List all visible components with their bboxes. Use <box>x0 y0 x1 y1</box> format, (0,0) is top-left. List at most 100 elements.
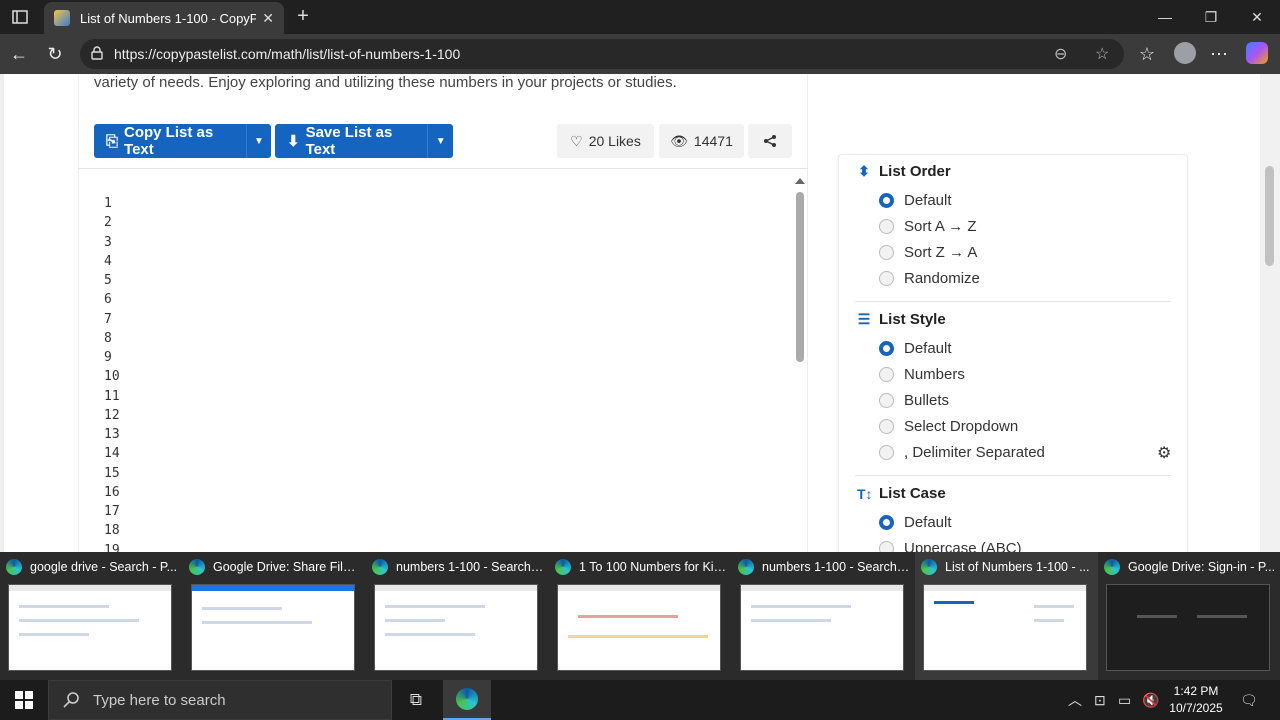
order-option-sort-az[interactable]: Sort A → Z <box>879 215 977 237</box>
edge-icon <box>189 559 205 575</box>
radio[interactable] <box>879 244 894 260</box>
start-button[interactable] <box>0 680 48 720</box>
order-option-sort-za[interactable]: Sort Z → A <box>879 241 977 263</box>
edge-taskbar-button[interactable] <box>443 680 491 720</box>
active-tab[interactable]: List of Numbers 1-100 - CopyPastl ✕ <box>44 2 284 34</box>
notification-icon[interactable]: 🗨 <box>1240 680 1258 720</box>
radio[interactable] <box>879 444 894 460</box>
case-option-default[interactable]: Default <box>879 511 952 533</box>
list-item: 9 <box>104 350 112 365</box>
list-item: 12 <box>104 407 120 423</box>
show-hidden-icons[interactable]: ︿ <box>1068 680 1082 720</box>
page-gutter <box>0 74 4 552</box>
page-scrollbar[interactable] <box>1260 74 1280 552</box>
list-item: 2 <box>104 215 112 231</box>
text-case-icon: T↕ <box>857 485 873 502</box>
copilot-icon[interactable] <box>1246 42 1268 64</box>
order-option-randomize[interactable]: Randomize <box>879 267 980 289</box>
window-thumbnail[interactable]: Google Drive: Sign-in - P... <box>1098 552 1280 680</box>
save-options-caret-icon[interactable]: ▼ <box>427 124 453 158</box>
copy-list-button[interactable]: ⎘ Copy List as Text ▼ <box>94 124 271 158</box>
window-thumbnail[interactable]: 1 To 100 Numbers for Kid... <box>549 552 732 680</box>
radio[interactable] <box>879 392 894 408</box>
radio[interactable] <box>879 270 894 286</box>
window-thumbnail[interactable]: numbers 1-100 - Search -... <box>732 552 915 680</box>
network-icon[interactable]: ▭ <box>1118 680 1131 720</box>
thumbnail-preview <box>740 584 904 671</box>
list-item: 7 <box>104 311 112 327</box>
list-item: 17 <box>104 504 120 519</box>
edge-icon <box>921 559 937 575</box>
list-item: 10 <box>104 369 120 385</box>
list-scrollbar[interactable] <box>794 176 806 552</box>
radio-selected[interactable] <box>879 340 894 356</box>
save-list-button[interactable]: ⬇ Save List as Text ▼ <box>275 124 453 158</box>
eye-icon: 👁 <box>670 132 688 149</box>
radio[interactable] <box>879 218 894 234</box>
profile-avatar[interactable] <box>1174 42 1196 64</box>
list-icon: ☰ <box>857 311 871 327</box>
views-count: 14471 <box>693 133 733 149</box>
section-divider <box>855 301 1171 302</box>
numbers-list[interactable]: 1 2 3 4 5 6 7 8 9 10 11 12 13 14 15 16 17 18 19 <box>104 194 120 552</box>
favorite-star-icon[interactable]: ☆ <box>1095 44 1109 64</box>
windows-taskbar: Type here to search ⧉ ︿ ⊡ ▭ 🔇 1:42 PM 10… <box>0 680 1280 720</box>
radio-selected[interactable] <box>879 192 894 208</box>
system-clock[interactable]: 1:42 PM 10/7/2025 <box>1164 683 1228 717</box>
window-thumbnail[interactable]: Google Drive: Share Files ... <box>183 552 366 680</box>
style-option-delimiter[interactable]: , Delimiter Separated <box>879 441 1045 463</box>
window-thumbnail-active[interactable]: List of Numbers 1-100 - ... <box>915 552 1098 680</box>
radio[interactable] <box>879 418 894 434</box>
window-thumbnail[interactable]: google drive - Search - P... <box>0 552 183 680</box>
task-view-icon[interactable]: ⧉ <box>392 680 440 720</box>
site-info-icon[interactable] <box>90 46 104 60</box>
new-tab-button[interactable]: + <box>290 4 316 30</box>
restore-button[interactable]: ❐ <box>1188 0 1234 34</box>
security-icon[interactable]: ⊡ <box>1094 680 1106 720</box>
share-button[interactable] <box>748 124 792 158</box>
reading-icon[interactable]: ⊖ <box>1054 44 1067 64</box>
tab-actions-icon[interactable] <box>6 4 34 30</box>
list-item: 3 <box>104 234 112 250</box>
scroll-up-arrow-icon[interactable] <box>795 178 805 184</box>
taskbar-search[interactable]: Type here to search <box>48 680 392 720</box>
style-option-default[interactable]: Default <box>879 337 952 359</box>
refresh-button[interactable]: ↻ <box>42 42 68 66</box>
minimize-button[interactable]: — <box>1142 0 1188 34</box>
volume-muted-icon[interactable]: 🔇 <box>1142 680 1159 720</box>
copy-options-caret-icon[interactable]: ▼ <box>245 124 271 158</box>
gear-icon[interactable]: ⚙ <box>1157 443 1171 463</box>
clock-date: 10/7/2025 <box>1169 701 1223 715</box>
case-option-uppercase[interactable]: Uppercase (ABC) <box>879 537 1022 552</box>
radio[interactable] <box>879 366 894 382</box>
window-thumbnail[interactable]: numbers 1-100 - Search ... <box>366 552 549 680</box>
edge-icon <box>372 559 388 575</box>
list-item: 15 <box>104 465 120 481</box>
search-placeholder: Type here to search <box>93 691 226 709</box>
style-option-bullets[interactable]: Bullets <box>879 389 949 411</box>
order-option-default[interactable]: Default <box>879 189 952 211</box>
radio-selected[interactable] <box>879 514 894 530</box>
favorites-icon[interactable]: ☆ <box>1134 42 1160 66</box>
copy-list-label: Copy List as Text <box>124 124 214 158</box>
list-item: 11 <box>104 388 120 404</box>
list-item: 6 <box>104 292 112 308</box>
style-option-select-dropdown[interactable]: Select Dropdown <box>879 415 1018 437</box>
likes-button[interactable]: ♡ 20 Likes <box>557 124 654 158</box>
style-option-numbers[interactable]: Numbers <box>879 363 965 385</box>
address-bar[interactable]: https://copypastelist.com/math/list/list… <box>80 39 1124 69</box>
back-button[interactable]: ← <box>6 42 32 66</box>
thumbnail-preview <box>191 584 355 671</box>
thumbnail-preview <box>8 584 172 671</box>
list-style-heading: ☰ List Style <box>857 311 946 328</box>
radio[interactable] <box>879 540 894 552</box>
list-scroll-thumb[interactable] <box>796 192 804 362</box>
thumbnail-preview <box>923 584 1087 671</box>
more-menu-icon[interactable]: ⋯ <box>1206 42 1232 66</box>
edge-icon <box>1104 559 1120 575</box>
page-scroll-thumb[interactable] <box>1265 166 1274 266</box>
close-tab-icon[interactable]: ✕ <box>262 10 274 27</box>
close-window-button[interactable]: ✕ <box>1234 0 1280 34</box>
edge-icon <box>6 559 22 575</box>
heart-icon: ♡ <box>570 132 583 149</box>
